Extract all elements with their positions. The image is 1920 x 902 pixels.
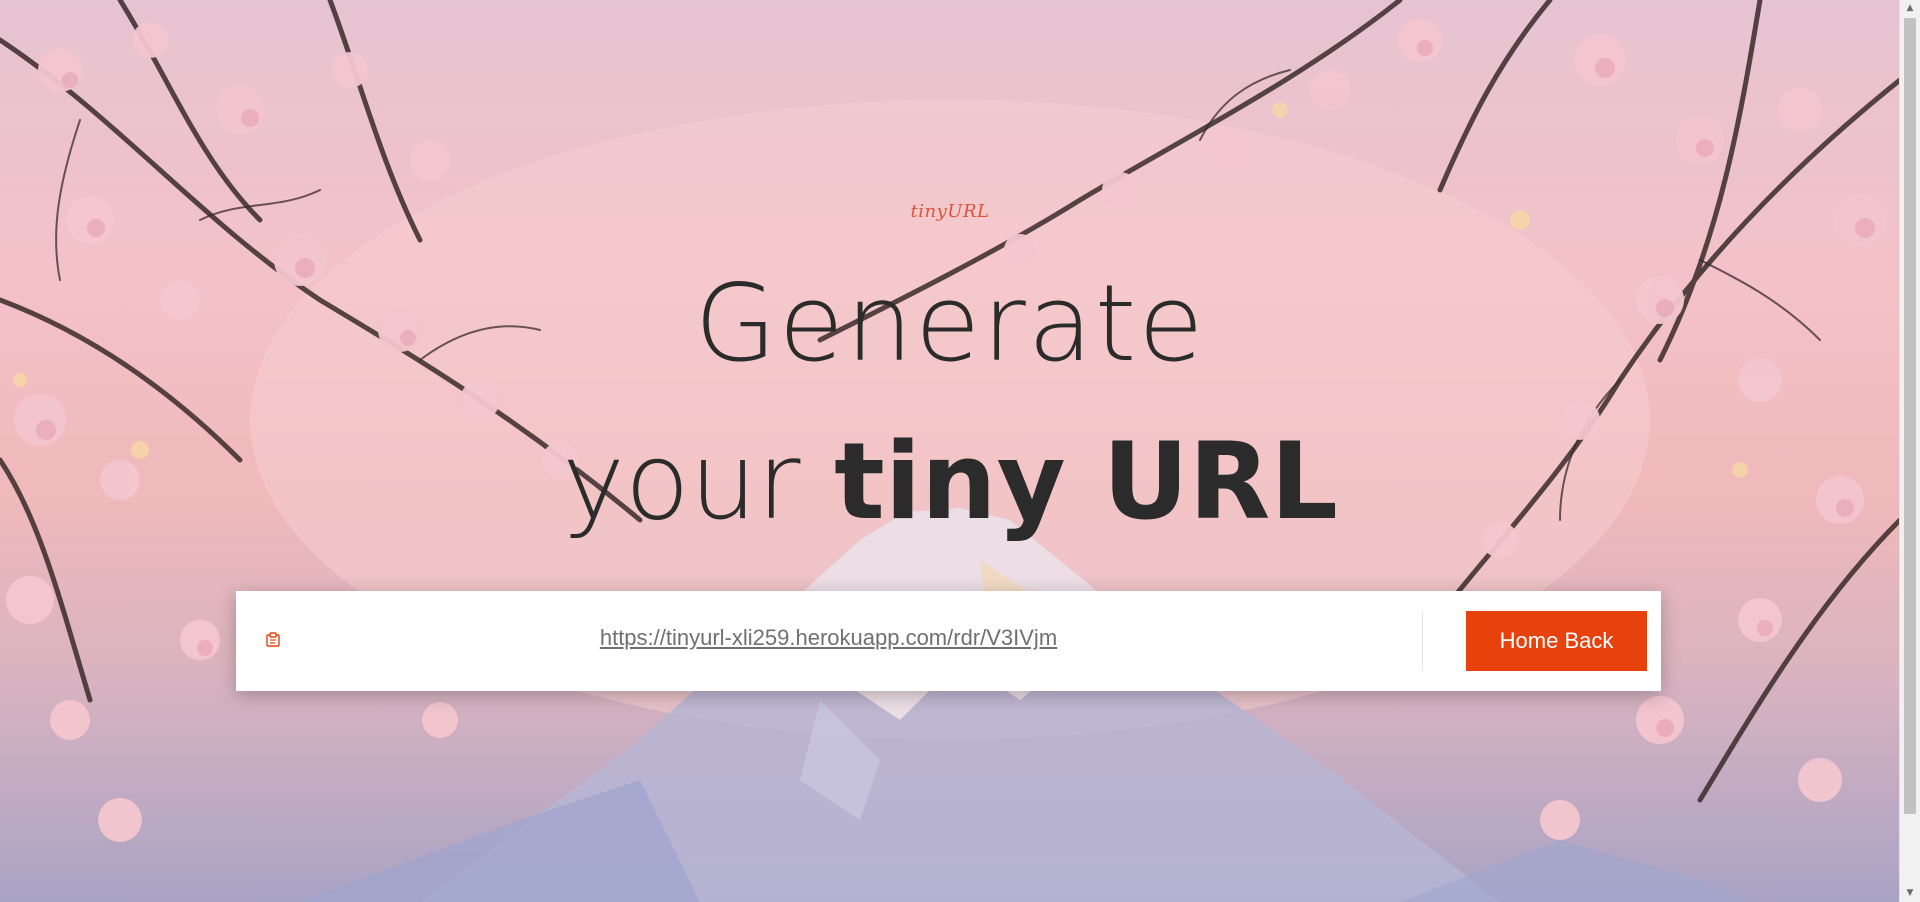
vertical-scrollbar[interactable]: ▲ ▼	[1899, 0, 1920, 902]
scrollbar-thumb[interactable]	[1904, 18, 1916, 814]
divider	[1422, 611, 1423, 671]
hero-heading-line2: your tiny URL	[0, 420, 1900, 543]
brand-logo[interactable]: tinyURL	[0, 201, 1900, 222]
hero-heading-line1: Generate	[694, 262, 1206, 385]
home-back-button[interactable]: Home Back	[1466, 611, 1647, 671]
scroll-down-arrow-icon[interactable]: ▼	[1900, 885, 1920, 902]
hero-heading-bold: tiny URL	[834, 420, 1338, 543]
page: tinyURL Generate your tiny URL https://t…	[0, 0, 1920, 902]
short-url-link[interactable]: https://tinyurl-xli259.herokuapp.com/rdr…	[236, 625, 1421, 651]
scroll-up-arrow-icon[interactable]: ▲	[1900, 0, 1920, 17]
hero-heading-prefix: your	[562, 420, 835, 543]
result-card: https://tinyurl-xli259.herokuapp.com/rdr…	[236, 591, 1661, 691]
